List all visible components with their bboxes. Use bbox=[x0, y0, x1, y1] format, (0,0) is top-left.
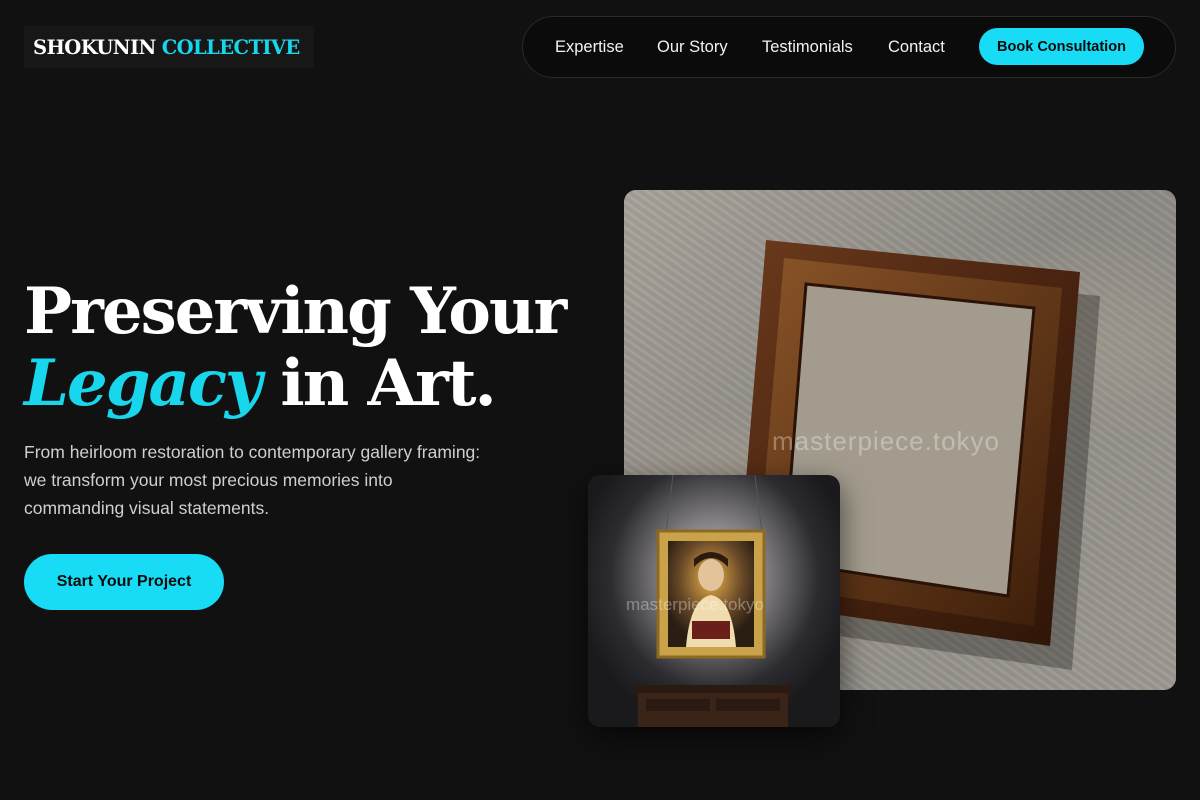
small-image-watermark: masterpiece.tokyo bbox=[626, 595, 764, 614]
start-project-button[interactable]: Start Your Project bbox=[24, 554, 224, 610]
hero-headline: Preserving Your Legacy in Art. bbox=[24, 276, 604, 420]
headline-accent: Legacy bbox=[24, 346, 262, 421]
brand-name-accent: COLLECTIVE bbox=[161, 35, 301, 59]
nav-link-contact[interactable]: Contact bbox=[888, 17, 945, 77]
hero-subtext: From heirloom restoration to contemporar… bbox=[24, 442, 481, 518]
headline-line-1: Preserving Your bbox=[24, 274, 567, 349]
brand-name-primary: SHOKUNIN bbox=[33, 35, 156, 59]
main-image-watermark: masterpiece.tokyo bbox=[772, 426, 1000, 456]
headline-line-2: in Art. bbox=[260, 346, 496, 421]
nav-link-expertise[interactable]: Expertise bbox=[555, 17, 624, 77]
book-consultation-button[interactable]: Book Consultation bbox=[979, 28, 1144, 65]
nav-link-testimonials[interactable]: Testimonials bbox=[762, 17, 853, 77]
nav-link-our-story[interactable]: Our Story bbox=[657, 17, 728, 77]
brand-logo[interactable]: SHOKUNIN COLLECTIVE bbox=[24, 26, 314, 68]
gallery-portrait-image: masterpiece.tokyo bbox=[588, 475, 840, 727]
main-nav: Expertise Our Story Testimonials Contact… bbox=[522, 16, 1176, 78]
